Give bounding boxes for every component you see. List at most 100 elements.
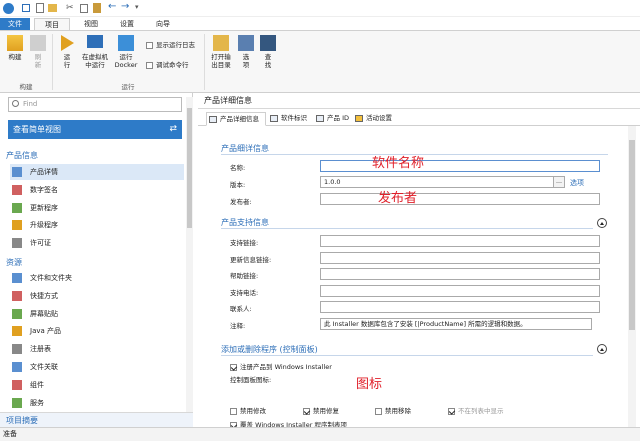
arp-option-checkbox[interactable] xyxy=(375,407,382,415)
tab-activity-settings[interactable]: 活动设置 xyxy=(353,112,399,126)
build-label: 构建 xyxy=(8,53,22,61)
support-field[interactable] xyxy=(320,284,600,297)
arp-option-checkbox[interactable] xyxy=(303,407,310,415)
debug-cmd-check[interactable]: 调试命令行 xyxy=(146,61,189,69)
sidebar-item[interactable]: 产品详情 xyxy=(10,164,184,180)
register-product-check[interactable]: 注册产品到 Windows Installer xyxy=(230,361,332,371)
content-scroll-thumb[interactable] xyxy=(629,140,635,330)
sidebar-item[interactable]: 升级程序 xyxy=(10,217,184,233)
options-button[interactable]: 选 项 xyxy=(236,35,256,69)
arp-option-check[interactable]: 禁用修复 xyxy=(303,405,339,415)
sidebar-item[interactable]: 文件和文件夹 xyxy=(10,270,184,286)
simple-view-button[interactable]: 查看简单视图 ⇄ xyxy=(8,120,182,139)
publisher-field[interactable] xyxy=(320,193,600,205)
sidebar-item-label: Java 产品 xyxy=(30,327,62,336)
collapse-arp-icon[interactable] xyxy=(597,344,607,354)
sidebar-scroll-thumb[interactable] xyxy=(187,108,192,228)
collapse-support-icon[interactable] xyxy=(597,218,607,228)
version-options-link[interactable]: 选项 xyxy=(570,178,584,188)
sidebar-item-label: 注册表 xyxy=(30,345,51,354)
sidebar-item-label: 文件关联 xyxy=(30,363,58,371)
cut-icon[interactable]: ✂ xyxy=(66,3,74,13)
show-log-checkbox[interactable] xyxy=(146,41,153,49)
support-field[interactable] xyxy=(320,301,600,314)
search-placeholder: Find xyxy=(23,100,38,108)
tab-file[interactable]: 文件 xyxy=(0,18,30,30)
support-field[interactable] xyxy=(320,251,600,264)
support-field[interactable] xyxy=(320,268,600,281)
run-label: 运 行 xyxy=(63,53,71,69)
sidebar-item-label: 产品详情 xyxy=(30,168,58,176)
tab-wizard[interactable]: 向导 xyxy=(148,18,178,30)
name-field[interactable] xyxy=(320,160,600,172)
project-summary[interactable]: 项目摘要 xyxy=(0,412,193,427)
register-product-label: 注册产品到 Windows Installer xyxy=(240,363,332,371)
run-icon xyxy=(60,35,74,51)
upgrade-icon xyxy=(12,220,22,231)
tab-project[interactable]: 项目 xyxy=(34,18,70,30)
find-button[interactable]: 查 找 xyxy=(258,35,278,69)
sidebar-item[interactable]: 文件关联 xyxy=(10,359,184,375)
annotation-publisher: 发布者 xyxy=(378,191,418,206)
support-field-label: 更新信息链接: xyxy=(230,255,272,264)
sidebar-item[interactable]: Java 产品 xyxy=(10,323,184,339)
tab-product-id[interactable]: 产品 ID xyxy=(314,112,352,126)
open-icon[interactable] xyxy=(48,4,57,12)
arp-option-check[interactable]: 不在列表中显示 xyxy=(448,405,504,415)
build-button[interactable]: 构建 xyxy=(4,35,26,61)
qat-dropdown-icon[interactable]: ▾ xyxy=(135,3,139,11)
tab-settings[interactable]: 设置 xyxy=(112,18,142,30)
tab-software-id-label: 软件标识 xyxy=(281,114,307,122)
support-field[interactable] xyxy=(320,235,600,247)
search-icon xyxy=(12,100,19,107)
sidebar-item[interactable]: 更新程序 xyxy=(10,200,184,216)
debug-cmd-checkbox[interactable] xyxy=(146,61,153,69)
app-logo-icon xyxy=(3,3,14,14)
refresh-button[interactable]: 刷 新 xyxy=(28,35,48,69)
arp-option-checkbox[interactable] xyxy=(230,407,237,415)
tab-software-id[interactable]: 软件标识 xyxy=(268,112,314,126)
support-field-label: 联系人: xyxy=(230,305,252,314)
service-icon xyxy=(12,397,22,408)
sidebar-item-label: 服务 xyxy=(30,398,44,407)
arp-option-checkbox[interactable] xyxy=(448,407,455,415)
tab-product-details[interactable]: 产品详细信息 xyxy=(206,112,266,126)
annotation-software-name: 软件名称 xyxy=(372,156,425,171)
arp-option-check[interactable]: 禁用修改 xyxy=(230,405,266,415)
sidebar-item[interactable]: 快捷方式 xyxy=(10,288,184,304)
save-icon[interactable] xyxy=(22,4,30,12)
copy-icon[interactable] xyxy=(80,4,88,13)
support-field-label: 帮助链接: xyxy=(230,272,259,281)
activity-tab-icon xyxy=(355,115,363,122)
title-bar: ✂ ← → ▾ xyxy=(0,0,640,17)
sidebar-item[interactable]: 注册表 xyxy=(10,341,184,357)
run-button[interactable]: 运 行 xyxy=(56,35,78,69)
sidebar-item[interactable]: 服务 xyxy=(10,395,184,411)
sidebar-item[interactable]: 许可证 xyxy=(10,235,184,251)
product-details-icon xyxy=(12,167,22,177)
sidebar-item[interactable]: 数字签名 xyxy=(10,182,184,198)
refresh-icon xyxy=(30,35,46,51)
run-vm-button[interactable]: 在虚拟机 中运行 xyxy=(80,35,110,69)
show-log-check[interactable]: 显示运行日志 xyxy=(146,41,195,49)
version-browse-button[interactable]: … xyxy=(553,176,565,188)
folder-icon xyxy=(12,273,22,283)
sidebar-item[interactable]: 屏幕贴贴 xyxy=(10,306,184,322)
run-vm-label: 在虚拟机 中运行 xyxy=(82,53,108,69)
open-output-button[interactable]: 打开输 出目录 xyxy=(208,35,234,69)
support-field[interactable]: 此 Installer 数据库包含了安装 [|ProductName] 所需的逻… xyxy=(320,318,592,330)
version-field[interactable]: 1.0.0 xyxy=(320,176,564,188)
component-icon xyxy=(12,379,22,390)
back-icon[interactable]: ← xyxy=(108,1,116,12)
arp-option-check[interactable]: 禁用移除 xyxy=(375,405,411,415)
sidebar-item[interactable]: 组件 xyxy=(10,377,184,393)
search-input[interactable]: Find xyxy=(8,97,182,112)
license-icon xyxy=(12,238,22,249)
tab-view[interactable]: 视图 xyxy=(76,18,106,30)
docker-icon xyxy=(118,35,134,51)
new-icon[interactable] xyxy=(36,3,44,13)
register-product-checkbox[interactable] xyxy=(230,363,237,371)
run-docker-button[interactable]: 运行 Docker xyxy=(112,35,140,69)
forward-icon[interactable]: → xyxy=(121,1,129,12)
paste-icon[interactable] xyxy=(93,3,101,13)
